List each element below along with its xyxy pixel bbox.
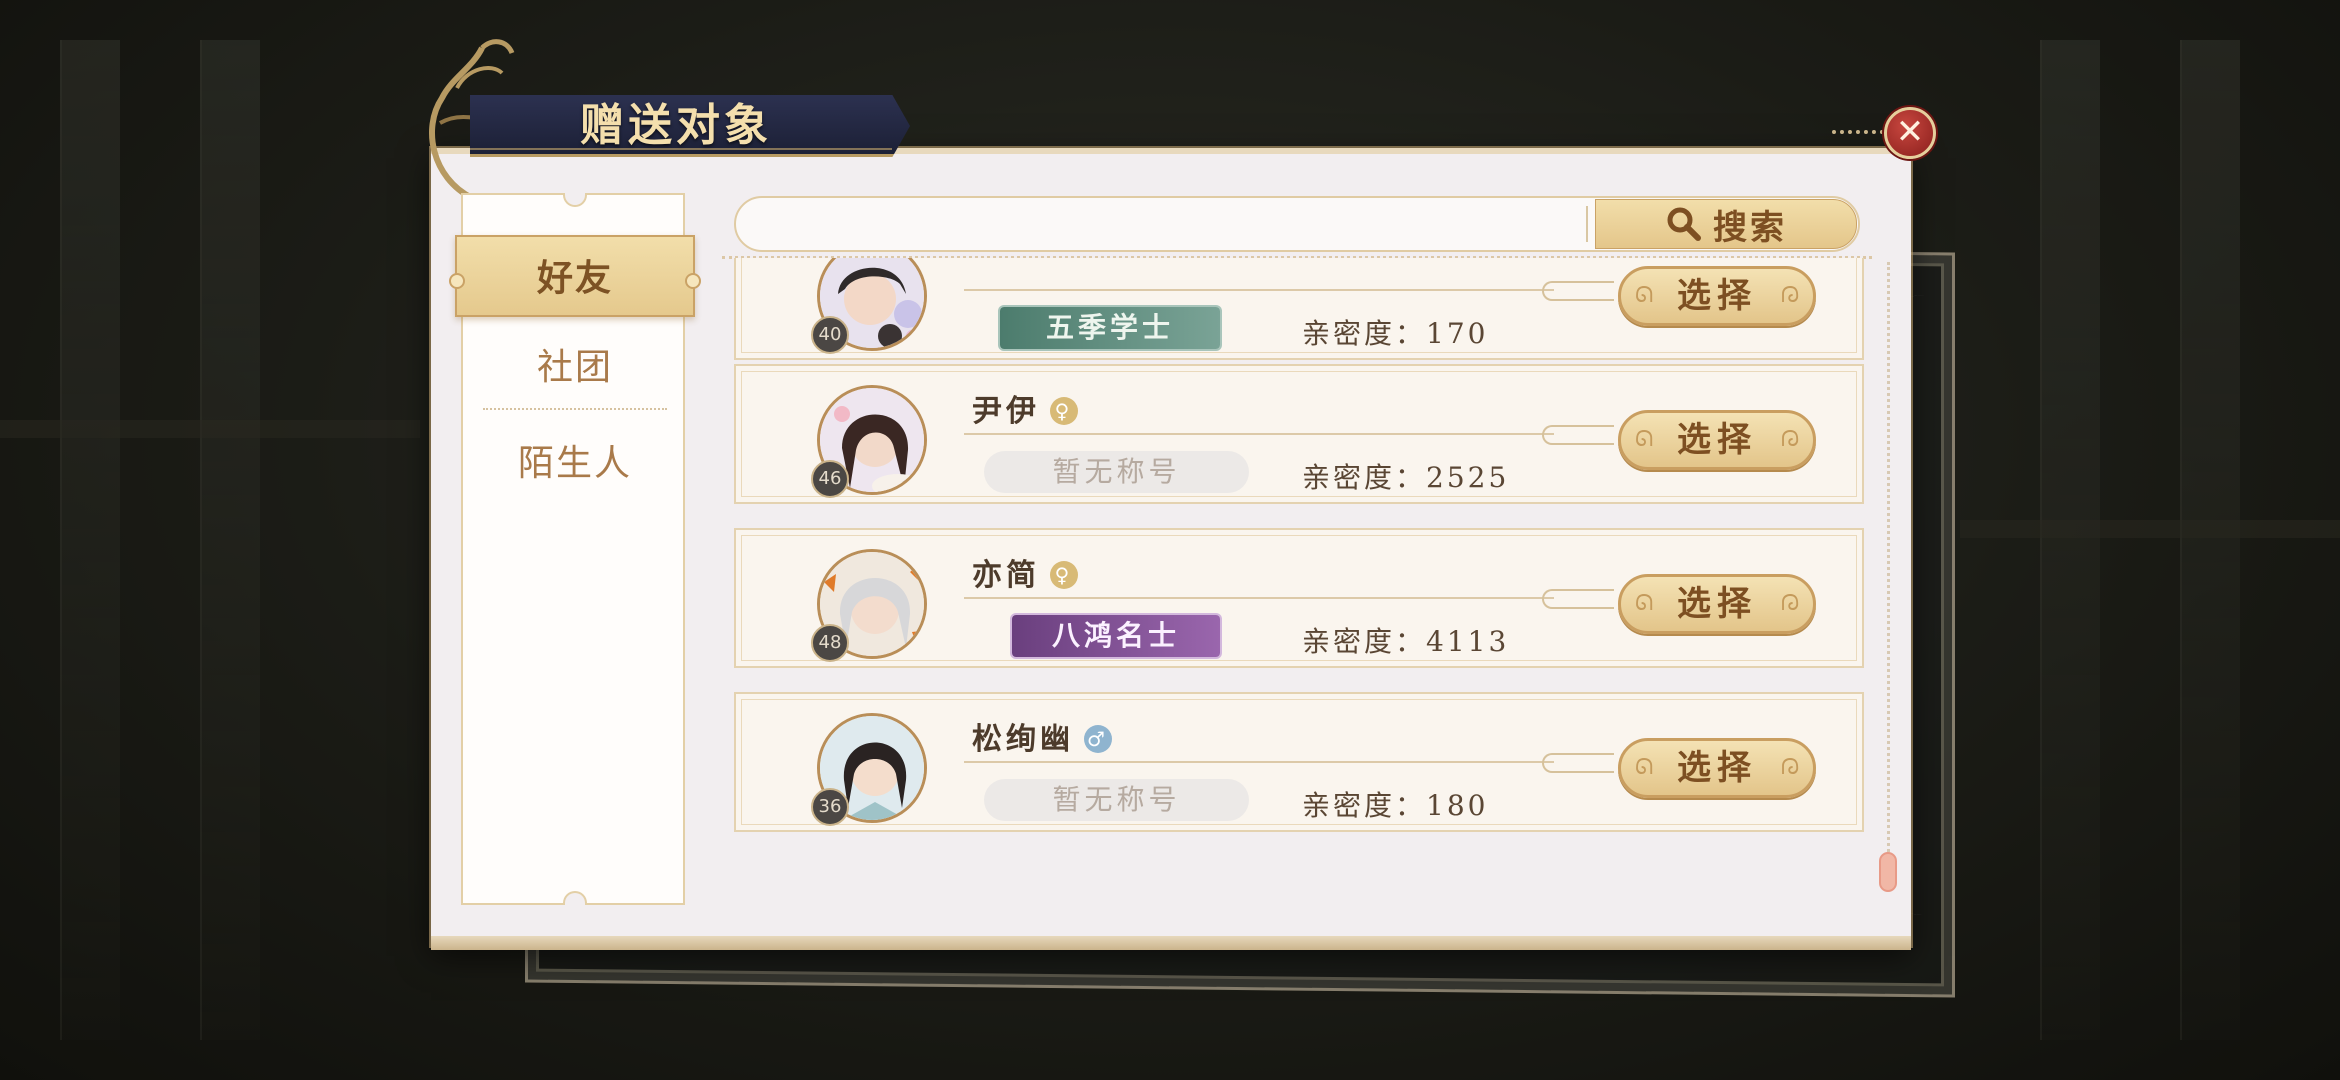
tab-friends[interactable]: 好友 — [449, 235, 701, 317]
dialog-bottom-trim — [431, 936, 1911, 950]
female-icon: ♀ — [1050, 561, 1078, 589]
title-badge: 暂无称号 — [984, 451, 1249, 493]
search-icon — [1667, 207, 1701, 241]
scrollbar-track — [1887, 262, 1890, 852]
row-divider — [964, 425, 1614, 445]
close-button[interactable]: ✕ — [1884, 107, 1936, 159]
level-badge: 46 — [811, 460, 849, 498]
level-badge: 48 — [811, 624, 849, 662]
select-button[interactable]: 选择 — [1618, 574, 1816, 634]
tab-divider — [483, 408, 667, 410]
female-icon: ♀ — [1050, 397, 1078, 425]
select-button[interactable]: 选择 — [1618, 410, 1816, 470]
tab-strangers[interactable]: 陌生人 — [463, 423, 687, 505]
friend-name: 尹伊 ♀ — [972, 386, 1078, 430]
affinity-value: 亲密度：180 — [1302, 789, 1489, 822]
list-item: 48 亦简♀ 八鸿名士 亲密度：4113 选择 — [734, 528, 1864, 668]
list-item: 36 松绚幽♂ 暂无称号 亲密度：180 选择 — [734, 692, 1864, 832]
list-item: 40 五季学士 亲密度：170 选择 — [734, 258, 1864, 360]
category-sidebar: 好友 社团 陌生人 — [449, 193, 701, 905]
level-badge: 36 — [811, 788, 849, 826]
tab-club[interactable]: 社团 — [463, 327, 687, 409]
search-separator — [1586, 206, 1588, 242]
search-input[interactable] — [756, 202, 1316, 246]
row-divider — [964, 281, 1614, 301]
select-button[interactable]: 选择 — [1618, 266, 1816, 326]
select-button[interactable]: 选择 — [1618, 738, 1816, 798]
level-badge: 40 — [811, 316, 849, 354]
row-divider — [964, 753, 1614, 773]
male-icon: ♂ — [1084, 725, 1112, 753]
affinity-value: 亲密度：2525 — [1302, 461, 1510, 494]
row-divider — [964, 589, 1614, 609]
dialog-title: 赠送对象 — [580, 100, 772, 151]
friend-name: 松绚幽 ♂ — [972, 714, 1112, 758]
list-item: 46 尹伊♀ 暂无称号 亲密度：2525 选择 — [734, 364, 1864, 504]
close-decor-line — [1832, 130, 1892, 134]
title-badge: 暂无称号 — [984, 779, 1249, 821]
title-badge: 五季学士 — [1000, 307, 1220, 349]
search-button[interactable]: 搜索 — [1595, 199, 1857, 249]
affinity-value: 亲密度：4113 — [1302, 625, 1510, 658]
title-badge: 八鸿名士 — [1012, 615, 1220, 657]
affinity-value: 亲密度：170 — [1302, 317, 1489, 350]
friend-list[interactable]: 40 五季学士 亲密度：170 选择 46 尹伊♀ 暂无称号 亲密度：2525 … — [734, 258, 1864, 858]
search-button-label: 搜索 — [1713, 207, 1787, 248]
scrollbar-thumb[interactable] — [1879, 852, 1897, 892]
friend-name: 亦简 ♀ — [972, 550, 1078, 594]
